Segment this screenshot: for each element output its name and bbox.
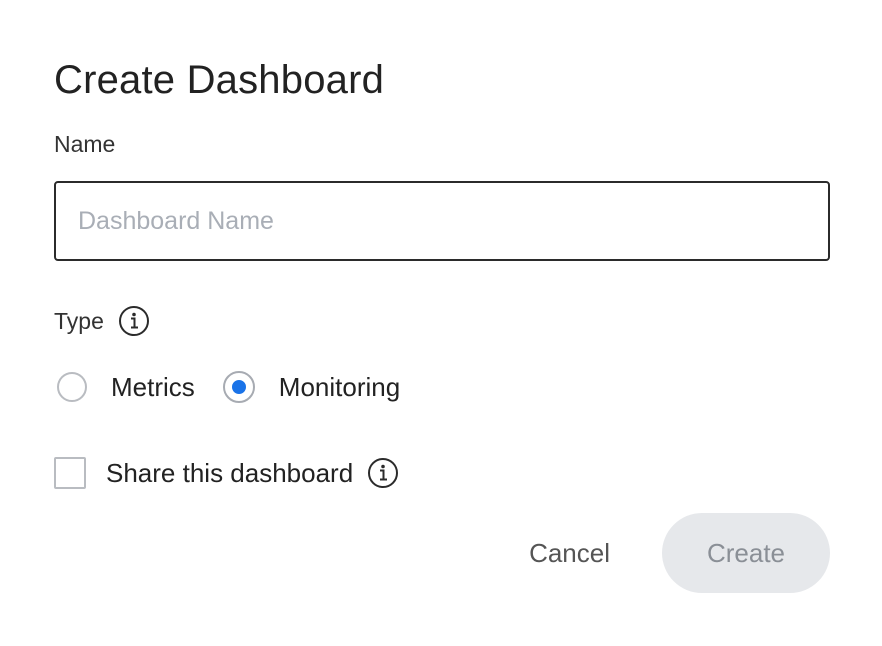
create-button[interactable]: Create <box>662 513 830 593</box>
radio-option-monitoring[interactable]: Monitoring <box>222 371 401 403</box>
radio-monitoring[interactable] <box>222 371 255 403</box>
cancel-button[interactable]: Cancel <box>529 538 610 569</box>
info-icon[interactable] <box>118 305 150 337</box>
type-row: Type <box>54 304 150 338</box>
type-radio-group: Metrics Monitoring <box>57 367 400 407</box>
name-label: Name <box>54 131 116 157</box>
dashboard-name-input[interactable] <box>54 181 830 261</box>
radio-option-metrics[interactable]: Metrics <box>57 372 195 403</box>
create-dashboard-dialog: Create Dashboard Name Type Metrics Monit… <box>0 0 882 646</box>
radio-metrics[interactable] <box>57 372 87 402</box>
radio-label-monitoring: Monitoring <box>278 371 401 402</box>
share-checkbox[interactable] <box>54 457 86 489</box>
type-label: Type <box>54 307 104 334</box>
radio-selected-dot <box>231 380 246 394</box>
dialog-title: Create Dashboard <box>54 58 385 102</box>
info-icon[interactable] <box>367 457 399 489</box>
share-row: Share this dashboard <box>54 456 399 490</box>
radio-label-metrics: Metrics <box>111 371 195 402</box>
dialog-actions: Cancel Create <box>529 513 830 593</box>
share-label: Share this dashboard <box>106 457 354 488</box>
